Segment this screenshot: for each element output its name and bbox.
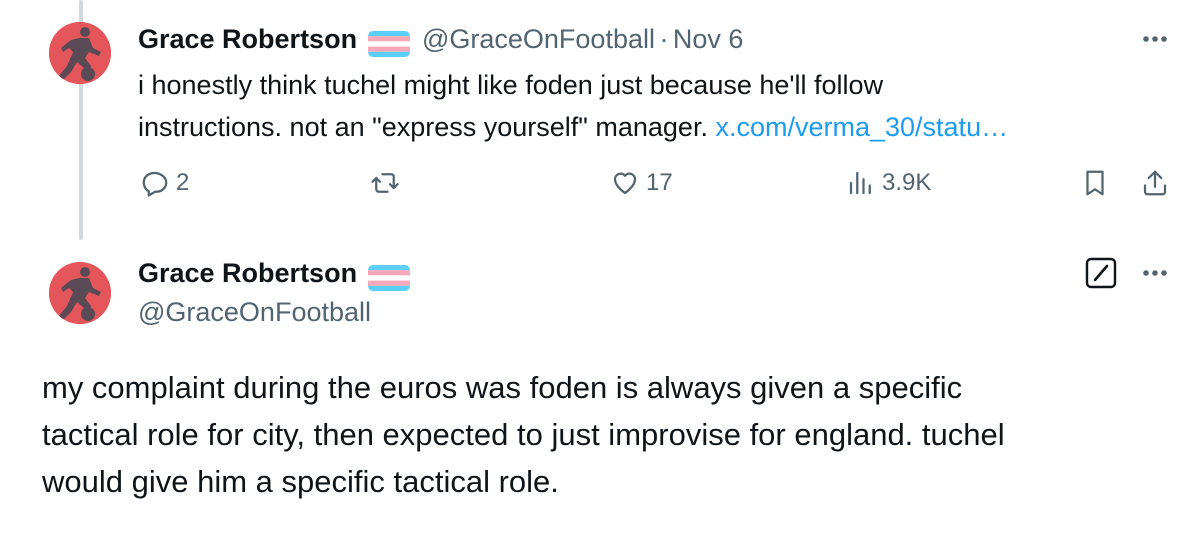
avatar[interactable] xyxy=(49,262,111,324)
like-icon xyxy=(613,172,637,195)
tweet-link[interactable]: x.com/verma_30/statu… xyxy=(715,112,1008,142)
tweet-text-line: would give him a specific tactical role. xyxy=(42,464,559,499)
reply-button[interactable]: 2 xyxy=(140,168,189,198)
like-count: 17 xyxy=(646,169,673,196)
trans-flag-icon xyxy=(367,264,410,291)
tweet-text-line: i honestly think tuchel might like foden… xyxy=(138,70,884,100)
handle[interactable]: @GraceOnFootball xyxy=(138,295,371,329)
tweet-text-line: tactical role for city, then expected to… xyxy=(42,417,1005,452)
tweet-text: my complaint during the euros was foden … xyxy=(42,364,1005,505)
handle[interactable]: @GraceOnFootball xyxy=(422,24,655,54)
more-icon[interactable] xyxy=(1138,256,1172,290)
footballer-icon xyxy=(49,22,111,84)
reply-count: 2 xyxy=(176,169,190,196)
retweet-icon xyxy=(371,173,399,193)
views-button[interactable]: 3.9K xyxy=(846,168,931,198)
trans-flag-icon xyxy=(367,30,410,57)
share-icon[interactable] xyxy=(1140,168,1170,198)
avatar[interactable] xyxy=(49,22,111,84)
footballer-icon xyxy=(49,262,111,324)
grok-icon[interactable] xyxy=(1084,256,1118,290)
like-button[interactable]: 17 xyxy=(610,168,673,198)
view-count: 3.9K xyxy=(882,169,932,196)
author-name[interactable]: Grace Robertson xyxy=(138,258,357,288)
tweet-text-line: instructions. not an "express yourself" … xyxy=(138,112,716,142)
tweet-date[interactable]: Nov 6 xyxy=(673,24,744,54)
tweet-text: i honestly think tuchel might like foden… xyxy=(138,64,1008,148)
more-icon[interactable] xyxy=(1138,22,1172,56)
bookmark-icon[interactable] xyxy=(1080,168,1110,198)
author-name[interactable]: Grace Robertson xyxy=(138,24,357,54)
tweet-text-line: my complaint during the euros was foden … xyxy=(42,370,963,405)
separator: · xyxy=(659,24,669,54)
views-icon xyxy=(849,171,871,195)
retweet-button[interactable] xyxy=(370,168,400,198)
reply-icon xyxy=(142,171,168,197)
